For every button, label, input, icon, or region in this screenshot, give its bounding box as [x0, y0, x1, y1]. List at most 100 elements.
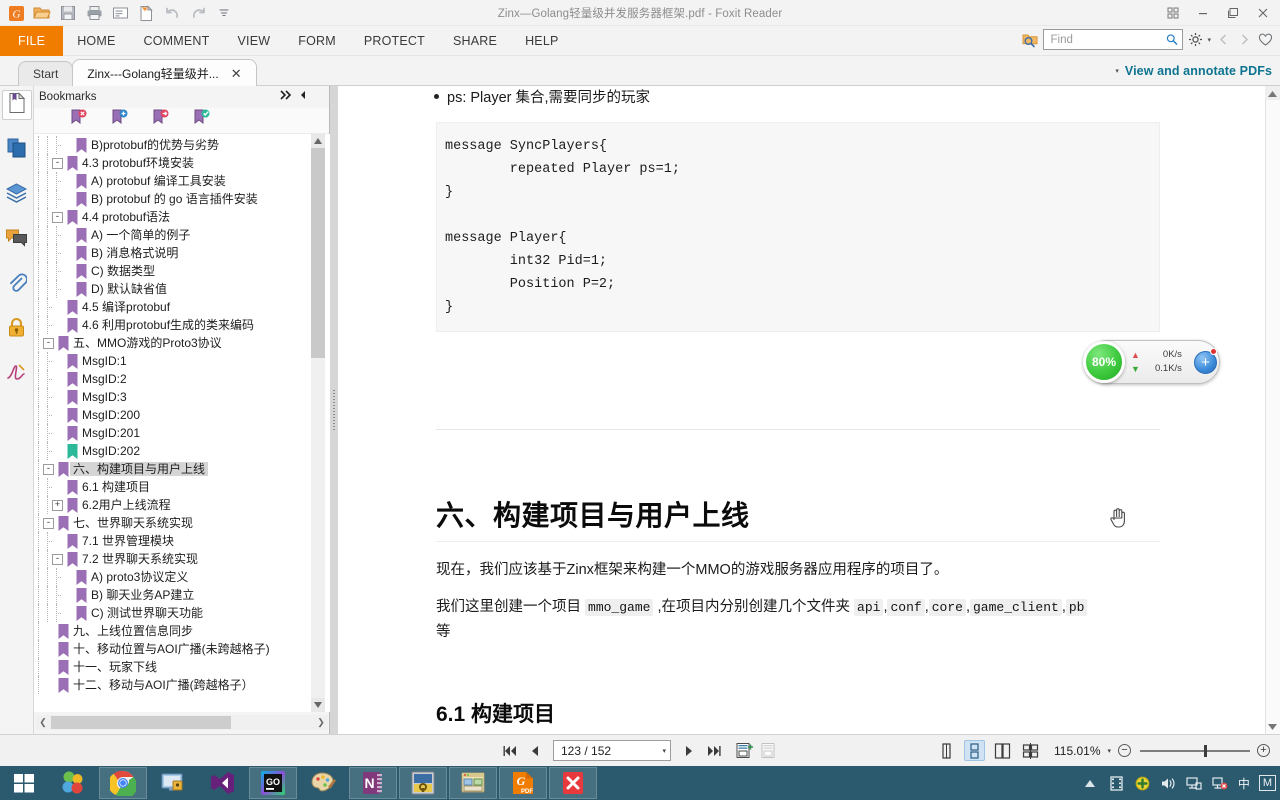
find-options-chevron-down-icon[interactable]: ▾ — [1207, 36, 1211, 44]
first-page-button[interactable] — [500, 741, 520, 761]
edit-bookmark-icon[interactable] — [193, 109, 212, 132]
tray-update-icon[interactable] — [1134, 775, 1151, 792]
search-input-wrapper[interactable] — [1043, 29, 1184, 50]
panel-splitter[interactable] — [330, 86, 338, 734]
menu-item-comment[interactable]: COMMENT — [130, 26, 224, 56]
zoom-level-value[interactable]: 115.01% — [1054, 744, 1100, 758]
tab-start[interactable]: Start — [18, 61, 74, 86]
taskbar-colorful-app[interactable] — [49, 767, 97, 799]
bookmark-item[interactable]: B) 聊天业务AP建立 — [34, 586, 330, 604]
zoom-slider[interactable] — [1140, 744, 1250, 757]
favorite-heart-icon[interactable] — [1256, 30, 1274, 49]
taskbar-file-explorer[interactable] — [449, 767, 497, 799]
find-previous-icon[interactable] — [1214, 30, 1232, 49]
scroll-right-icon[interactable]: ❯ — [314, 715, 328, 730]
sidebar-item-pages[interactable] — [2, 135, 32, 165]
sidebar-item-bookmarks[interactable] — [1, 90, 32, 120]
bookmark-item[interactable]: MsgID:200 — [34, 406, 330, 424]
bookmark-item[interactable]: B) 消息格式说明 — [34, 244, 330, 262]
network-speed-widget[interactable]: 80% ▲ 0K/s ▼ 0.1K/s + — [1083, 340, 1220, 384]
taskbar-keepass[interactable] — [399, 767, 447, 799]
bookmark-item[interactable]: A) proto3协议定义 — [34, 568, 330, 586]
tree-toggle-icon[interactable]: - — [43, 463, 54, 475]
tree-toggle-icon[interactable]: - — [52, 157, 63, 169]
close-button[interactable] — [1248, 1, 1278, 25]
cpu-usage-circle[interactable]: 80% — [1083, 341, 1125, 383]
bookmark-item[interactable]: 十一、玩家下线 — [34, 658, 330, 676]
bookmark-item[interactable]: C) 数据类型 — [34, 262, 330, 280]
delete-bookmark-icon[interactable] — [70, 109, 89, 132]
bookmark-item[interactable]: 4.5 编译protobuf — [34, 298, 330, 316]
bookmark-item[interactable]: - 六、构建项目与用户上线 — [34, 460, 330, 478]
menu-item-home[interactable]: HOME — [63, 26, 129, 56]
taskbar-remote-desktop[interactable] — [149, 767, 197, 799]
next-page-button[interactable] — [679, 741, 699, 761]
bookmark-item[interactable]: 7.1 世界管理模块 — [34, 532, 330, 550]
restore-layout-icon[interactable] — [1158, 1, 1188, 25]
print-icon[interactable] — [82, 2, 106, 24]
tree-toggle-icon[interactable]: - — [43, 337, 54, 349]
zoom-chevron-down-icon[interactable]: ▾ — [1107, 747, 1111, 755]
taskbar-visual-studio[interactable] — [199, 767, 247, 799]
show-hidden-icons-chevron-up-icon[interactable] — [1082, 775, 1099, 792]
sidebar-item-layers[interactable] — [2, 180, 32, 210]
bookmark-item[interactable]: - 4.3 protobuf环境安装 — [34, 154, 330, 172]
sidebar-item-attachments[interactable] — [2, 270, 32, 300]
menu-item-help[interactable]: HELP — [511, 26, 572, 56]
bookmark-item[interactable]: - 4.4 protobuf语法 — [34, 208, 330, 226]
new-document-icon[interactable] — [134, 2, 158, 24]
sidebar-item-security[interactable] — [2, 315, 32, 345]
goto-bookmark-icon[interactable] — [152, 109, 171, 132]
bookmarks-horizontal-scrollbar[interactable]: ❮ ❯ — [36, 715, 328, 730]
start-button[interactable] — [0, 766, 48, 800]
tray-network-error-icon[interactable] — [1212, 775, 1229, 792]
tree-toggle-icon[interactable]: - — [52, 211, 63, 223]
redo-icon[interactable] — [186, 2, 210, 24]
menu-item-form[interactable]: FORM — [284, 26, 350, 56]
document-scroll-track[interactable] — [1265, 100, 1280, 734]
bookmark-item[interactable]: B)protobuf的优势与劣势 — [34, 136, 330, 154]
last-page-button[interactable] — [704, 741, 724, 761]
tray-media-icon[interactable] — [1108, 775, 1125, 792]
close-icon[interactable]: ✕ — [231, 67, 242, 80]
bookmark-item[interactable]: - 7.2 世界聊天系统实现 — [34, 550, 330, 568]
tab-zinx-pdf[interactable]: Zinx---Golang轻量级并... ✕ — [72, 59, 257, 86]
menu-item-protect[interactable]: PROTECT — [350, 26, 439, 56]
bookmark-item[interactable]: MsgID:2 — [34, 370, 330, 388]
bookmarks-scroll-thumb[interactable] — [311, 148, 325, 358]
bookmark-item[interactable]: +6.2用户上线流程 — [34, 496, 330, 514]
zoom-slider-thumb[interactable] — [1204, 744, 1207, 757]
bookmark-item[interactable]: MsgID:3 — [34, 388, 330, 406]
tray-volume-icon[interactable] — [1160, 775, 1177, 792]
find-next-icon[interactable] — [1235, 30, 1253, 49]
page-chevron-down-icon[interactable]: ▾ — [662, 747, 666, 755]
bookmarks-hscroll-thumb[interactable] — [51, 716, 231, 729]
bookmark-item[interactable]: 九、上线位置信息同步 — [34, 622, 330, 640]
tray-ime-mode-label[interactable]: M — [1258, 775, 1276, 791]
sidebar-item-signatures[interactable] — [2, 360, 32, 390]
promo-banner[interactable]: View and annotate PDFs — [1125, 64, 1276, 78]
scroll-down-icon[interactable] — [311, 698, 325, 712]
menu-item-view[interactable]: VIEW — [224, 26, 285, 56]
sidebar-item-comments[interactable] — [2, 225, 32, 255]
email-icon[interactable] — [108, 2, 132, 24]
gear-icon[interactable] — [1186, 30, 1204, 49]
bookmark-item[interactable]: 十二、移动与AOI广播(跨越格子） — [34, 676, 330, 694]
add-bookmark-icon[interactable] — [111, 109, 130, 132]
bookmark-item[interactable]: 6.1 构建项目 — [34, 478, 330, 496]
save-icon[interactable] — [56, 2, 80, 24]
bookmarks-vertical-scrollbar[interactable] — [311, 134, 325, 712]
bookmarks-tree[interactable]: B)protobuf的优势与劣势 - 4.3 protobuf环境安装 A) prot… — [34, 134, 330, 712]
tree-toggle-icon[interactable]: + — [52, 499, 63, 511]
fit-page-icon[interactable] — [735, 741, 755, 761]
zoom-in-button[interactable]: + — [1257, 744, 1270, 757]
tree-toggle-icon[interactable]: - — [43, 517, 54, 529]
bookmark-item[interactable]: A) protobuf 编译工具安装 — [34, 172, 330, 190]
menu-item-share[interactable]: SHARE — [439, 26, 511, 56]
previous-page-button[interactable] — [525, 741, 545, 761]
tray-network-icon[interactable] — [1186, 775, 1203, 792]
single-page-icon[interactable] — [936, 740, 957, 761]
menu-item-file[interactable]: FILE — [0, 26, 64, 56]
fit-width-icon[interactable] — [760, 741, 780, 761]
scroll-up-icon[interactable] — [311, 134, 325, 148]
